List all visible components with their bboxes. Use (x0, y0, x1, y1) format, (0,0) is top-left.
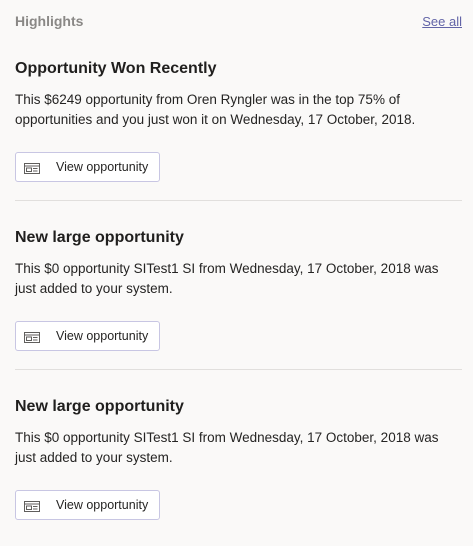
card-icon (24, 163, 40, 174)
card-description: This $0 opportunity SITest1 SI from Wedn… (15, 430, 439, 465)
card-description: This $0 opportunity SITest1 SI from Wedn… (15, 261, 439, 296)
view-opportunity-button[interactable]: View opportunity (15, 321, 160, 351)
card-icon (24, 332, 40, 343)
highlight-card: New large opportunity This $0 opportunit… (15, 397, 461, 523)
view-opportunity-label: View opportunity (56, 498, 149, 512)
card-divider (15, 200, 462, 201)
highlight-card: New large opportunity This $0 opportunit… (15, 228, 461, 354)
view-opportunity-button[interactable]: View opportunity (15, 490, 160, 520)
highlight-card: Opportunity Won Recently This $6249 oppo… (15, 59, 461, 185)
card-divider (15, 369, 462, 370)
card-icon (24, 501, 40, 512)
card-title: New large opportunity (15, 229, 184, 246)
card-description: This $6249 opportunity from Oren Ryngler… (15, 92, 416, 127)
card-title: Opportunity Won Recently (15, 60, 217, 77)
view-opportunity-button[interactable]: View opportunity (15, 152, 160, 182)
highlights-header: Highlights See all (15, 13, 462, 33)
card-title: New large opportunity (15, 398, 184, 415)
see-all-link[interactable]: See all (422, 14, 462, 29)
view-opportunity-label: View opportunity (56, 329, 149, 343)
highlights-title: Highlights (15, 13, 84, 29)
view-opportunity-label: View opportunity (56, 160, 149, 174)
